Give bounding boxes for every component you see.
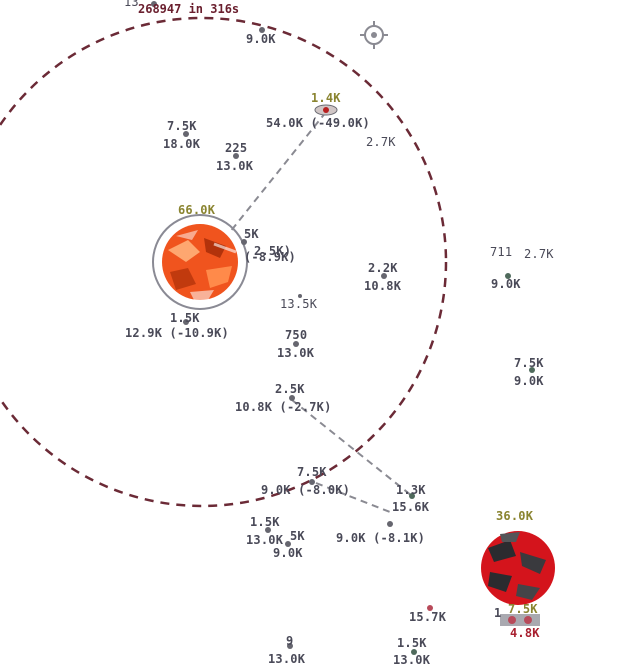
ship-bounty: 1.4K — [311, 91, 341, 105]
asteroid-value: 750 — [285, 328, 308, 342]
asteroid-value: 9.0K — [273, 546, 303, 560]
asteroid-value: 13.0K — [393, 653, 431, 667]
route-value: 7.5K — [297, 465, 327, 479]
route-value: 9.0K (-8.0K) — [261, 483, 351, 497]
asteroid-value: 9.0K — [491, 277, 521, 291]
asteroid-value: 2.7K — [524, 247, 554, 261]
ship-stats: 54.0K (-49.0K) — [266, 116, 370, 130]
planet-orange-value: 66.0K — [178, 203, 216, 217]
asteroid-value: 9 — [286, 634, 294, 648]
corner-counter: 13 — [124, 0, 139, 9]
asteroid-value: 13.0K — [268, 652, 306, 666]
asteroid-value: 15.7K — [409, 610, 447, 624]
crosshair-icon[interactable] — [359, 20, 389, 50]
asteroid-value: 225 — [225, 141, 248, 155]
resource-label: 9.0K — [246, 32, 276, 46]
planet-red-value: 36.0K — [496, 509, 534, 523]
ship-side-value: 2.7K — [366, 135, 396, 149]
asteroid-value: 13.5K — [280, 297, 318, 311]
asteroid-value: 10.8K — [364, 279, 402, 293]
asteroid-value: 9.0K — [514, 374, 544, 388]
route-value: 15.6K — [392, 500, 430, 514]
asteroid-value: 711 — [490, 245, 513, 259]
route-value: 10.8K (-2.7K) — [235, 400, 332, 414]
asteroid — [387, 521, 393, 527]
asteroid-value: 13.0K — [277, 346, 315, 360]
route-value: 1.3K — [396, 483, 426, 497]
planet-stat: (-8.9K) — [244, 250, 296, 264]
asteroid-value: 5K — [290, 529, 305, 543]
asteroid-value: 2.2K — [368, 261, 398, 275]
score-progress: 268947 in 316s — [138, 2, 240, 16]
asteroid-value: 13.0K — [216, 159, 254, 173]
planet-red[interactable] — [481, 531, 555, 605]
game-viewport[interactable]: 13 268947 in 316s 9.0K 1.4K 54.0K (-49.0… — [0, 0, 640, 667]
planet-stat: 1.5K — [170, 311, 200, 325]
planet-red-sub: 4.8K — [510, 626, 540, 640]
asteroid-value: 7.5K — [514, 356, 544, 370]
route-lines — [229, 111, 413, 513]
asteroid-value: 1.5K — [397, 636, 427, 650]
asteroid-value: 18.0K — [163, 137, 201, 151]
route-value: 2.5K — [275, 382, 305, 396]
asteroid-value: 1.5K — [250, 515, 280, 529]
planet-stat: 12.9K (-10.9K) — [125, 326, 229, 340]
asteroid-value: 7.5K — [167, 119, 197, 133]
planet-orange[interactable] — [152, 214, 248, 310]
planet-red-bounty: 7.5K — [508, 602, 538, 616]
planet-red-stat: 1 — [494, 606, 502, 620]
route-value: 9.0K (-8.1K) — [336, 531, 426, 545]
ship-icon[interactable] — [314, 104, 338, 116]
planet-stat: 5K — [244, 227, 259, 241]
